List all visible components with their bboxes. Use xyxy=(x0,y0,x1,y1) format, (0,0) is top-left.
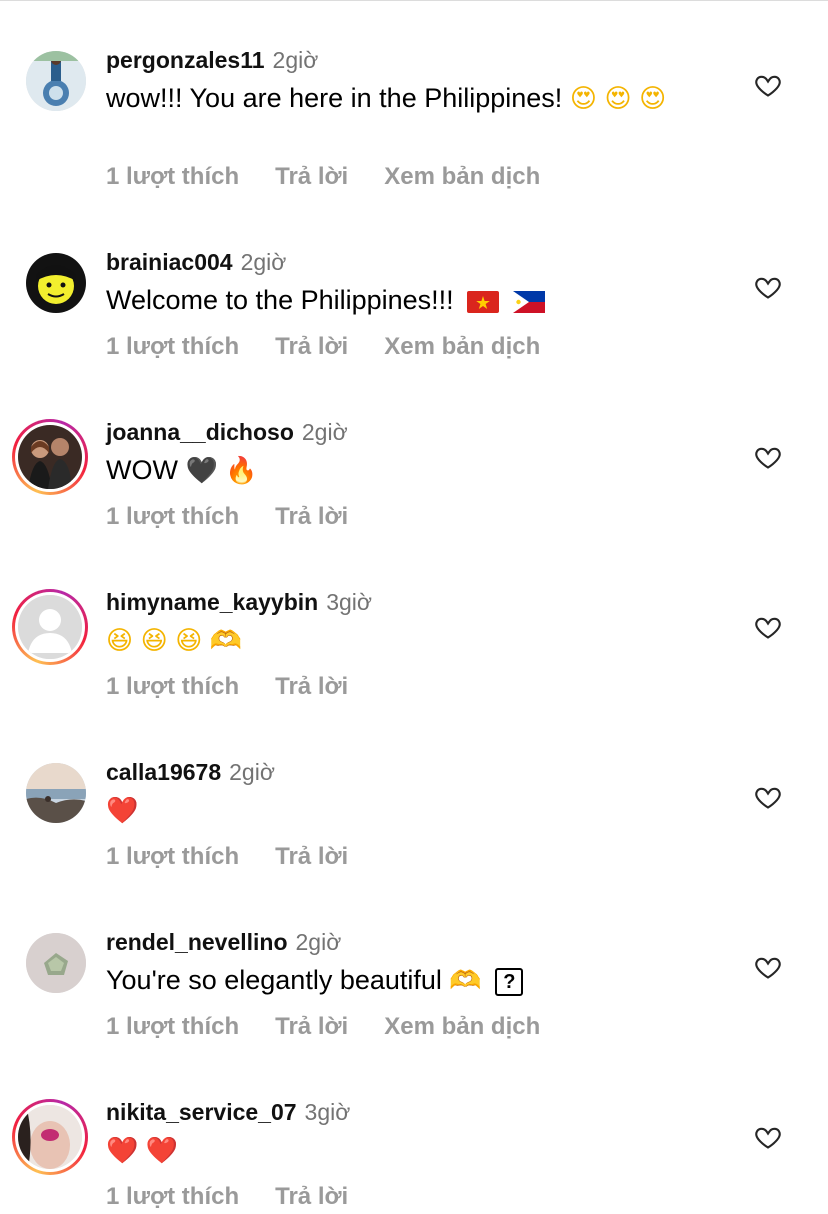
reply-button[interactable]: Trả lời xyxy=(275,673,348,703)
comment-time: 2giờ xyxy=(229,759,275,785)
avatar[interactable] xyxy=(24,931,88,995)
laughing-emoji: 😆 xyxy=(140,626,168,656)
comment-time: 2giờ xyxy=(301,419,348,445)
comment-text: ❤️ ❤️ xyxy=(106,1133,706,1168)
heart-outline-icon[interactable] xyxy=(754,71,782,99)
reply-button[interactable]: Trả lời xyxy=(275,843,348,873)
comment-time: 3giờ xyxy=(304,1099,351,1125)
vietnam-flag-icon xyxy=(467,290,500,313)
comment-text: Welcome to the Philippines!!! xyxy=(106,283,706,317)
comment-username[interactable]: joanna__dichoso xyxy=(106,419,294,446)
like-count-link[interactable]: 1 lượt thích xyxy=(106,163,239,193)
comment-text: 😆 😆 😆 🫶 xyxy=(106,623,706,658)
avatar[interactable] xyxy=(12,589,88,665)
laughing-emoji: 😆 xyxy=(175,626,203,656)
like-count-link[interactable]: 1 lượt thích xyxy=(106,843,239,873)
heart-eyes-emoji: 😍 xyxy=(569,84,597,114)
heart-hands-emoji: 🫶 xyxy=(449,966,482,996)
like-count-link[interactable]: 1 lượt thích xyxy=(106,1013,239,1043)
reply-button[interactable]: Trả lời xyxy=(275,1013,348,1043)
comment-text-content: WOW xyxy=(106,455,178,485)
like-count-link[interactable]: 1 lượt thích xyxy=(106,673,239,703)
translate-button[interactable]: Xem bản dịch xyxy=(384,163,540,193)
heart-eyes-emoji: 😍 xyxy=(604,84,632,114)
comment-username[interactable]: brainiac004 xyxy=(106,249,233,276)
black-heart-emoji: 🖤 xyxy=(185,456,218,486)
heart-outline-icon[interactable] xyxy=(754,1123,782,1151)
comment-text-content: Welcome to the Philippines!!! xyxy=(106,285,454,315)
heart-outline-icon[interactable] xyxy=(754,953,782,981)
comment-text-content: wow!!! You are here in the Philippines! xyxy=(106,83,563,113)
red-heart-emoji: ❤️ xyxy=(145,1136,179,1166)
comment-time: 2giờ xyxy=(295,929,342,955)
like-count-link[interactable]: 1 lượt thích xyxy=(106,503,239,533)
comment-time: 3giờ xyxy=(326,589,372,615)
red-heart-emoji: ❤️ xyxy=(106,796,139,826)
reply-button[interactable]: Trả lời xyxy=(275,503,348,533)
reply-button[interactable]: Trả lời xyxy=(275,163,348,193)
fire-emoji: 🔥 xyxy=(225,456,258,486)
comment-text: You're so elegantly beautiful 🫶 ? xyxy=(106,963,706,998)
avatar[interactable] xyxy=(24,761,88,825)
heart-outline-icon[interactable] xyxy=(754,783,782,811)
comment-username[interactable]: pergonzales11 xyxy=(106,47,265,74)
heart-outline-icon[interactable] xyxy=(754,613,782,641)
comment-time: 2giờ xyxy=(272,47,319,73)
laughing-emoji: 😆 xyxy=(106,626,134,656)
heart-eyes-emoji: 😍 xyxy=(639,84,667,114)
reply-button[interactable]: Trả lời xyxy=(275,1183,348,1213)
comment-text-content: You're so elegantly beautiful xyxy=(106,965,442,995)
like-count-link[interactable]: 1 lượt thích xyxy=(106,333,239,363)
comment-text: wow!!! You are here in the Philippines! … xyxy=(106,81,706,116)
comment-username[interactable]: himyname_kayybin xyxy=(106,589,318,616)
like-count-link[interactable]: 1 lượt thích xyxy=(106,1183,239,1213)
comment-text: ❤️ xyxy=(106,793,706,828)
comment-time: 2giờ xyxy=(240,249,287,275)
top-divider xyxy=(0,0,828,1)
heart-hands-emoji: 🫶 xyxy=(209,626,243,656)
red-heart-emoji: ❤️ xyxy=(106,1136,139,1166)
heart-outline-icon[interactable] xyxy=(754,273,782,301)
reply-button[interactable]: Trả lời xyxy=(275,333,348,363)
philippines-flag-icon xyxy=(512,290,545,313)
heart-outline-icon[interactable] xyxy=(754,443,782,471)
avatar[interactable] xyxy=(24,49,88,113)
translate-button[interactable]: Xem bản dịch xyxy=(384,1013,540,1043)
avatar[interactable] xyxy=(12,419,88,495)
comment-text: WOW 🖤 🔥 xyxy=(106,453,706,488)
translate-button[interactable]: Xem bản dịch xyxy=(384,333,540,363)
avatar[interactable] xyxy=(12,1099,88,1175)
comment-username[interactable]: calla19678 xyxy=(106,759,221,786)
comment-username[interactable]: nikita_service_07 xyxy=(106,1099,297,1126)
avatar[interactable] xyxy=(24,251,88,315)
comment-username[interactable]: rendel_nevellino xyxy=(106,929,288,956)
unknown-glyph-icon: ? xyxy=(495,967,524,996)
